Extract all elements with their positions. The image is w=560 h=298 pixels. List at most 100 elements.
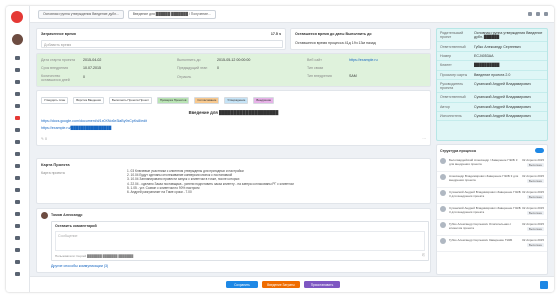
stage-pipeline: Утвердить план Вёрстка Введения Выполнить … <box>41 97 276 104</box>
structure-item[interactable]: Суханский Андрей Владимирович Заверение … <box>437 204 547 220</box>
structure-item[interactable]: Белогвардейский Александр / Заверение ГЭ… <box>437 156 547 172</box>
notification-icon[interactable] <box>15 116 20 120</box>
done-value[interactable]: 2015-05-12 00:00:00 <box>217 58 250 62</box>
stage-chip[interactable]: Проверка Проектов <box>156 97 190 104</box>
toolbar-actions <box>528 12 554 16</box>
stage-chip[interactable]: Вёрстка Введения <box>73 97 104 104</box>
plan-date-value[interactable]: 10.07.2015 <box>83 66 101 70</box>
stage-chip[interactable]: Утвердить план <box>41 97 69 104</box>
archive-icon[interactable] <box>15 212 20 216</box>
done-label: Выполнить до <box>177 58 201 62</box>
user-avatar[interactable] <box>12 34 23 45</box>
folder-icon[interactable] <box>15 80 20 84</box>
more-icon[interactable] <box>544 12 548 16</box>
detail-value[interactable]: ██████████ <box>474 63 544 67</box>
costs-button[interactable]: Введение Затраты <box>262 281 300 288</box>
home-icon[interactable] <box>15 56 20 60</box>
stage-chip[interactable]: Внедрение <box>253 97 275 104</box>
structure-desc: Суханский Андрей Владимирович Заверение … <box>449 190 521 198</box>
qty-value[interactable]: 0 <box>83 75 85 79</box>
tab-parent[interactable]: Основная группа утверждения Введение дуб… <box>38 9 124 19</box>
detail-value[interactable]: Губко Александр Сергеевич <box>474 45 544 49</box>
time-total: 17.5 ч <box>270 32 281 36</box>
power-icon[interactable] <box>15 248 20 252</box>
attach-icon[interactable]: ⎘ <box>422 253 425 257</box>
structure-item[interactable]: Губко Александр Сергеевич Заверение ГЭКБ… <box>437 236 547 252</box>
left-sidebar <box>6 6 30 292</box>
prev-stage-label: Предыдущий этап <box>177 66 208 70</box>
detail-row: Руководитель проекта Суханский Андрей Вла… <box>437 80 547 94</box>
intro-site-link[interactable]: https://example.ru/████████████████ <box>41 126 111 130</box>
structure-item[interactable]: Александр Владимирович Заверение ГЭКБ 3 … <box>437 172 547 188</box>
phone-icon[interactable] <box>15 92 20 96</box>
stage-chip[interactable]: Утверждение <box>224 97 249 104</box>
site-link[interactable]: https://example.ru <box>349 58 378 62</box>
save-button[interactable]: Сохранить <box>226 281 258 288</box>
clock-icon[interactable] <box>15 176 20 180</box>
app-logo[interactable] <box>11 11 23 23</box>
start-date-value[interactable]: 2015-04-02 <box>83 58 101 62</box>
intro-doc-link[interactable]: https://docs.google.com/document/d/1x0XN… <box>41 119 147 123</box>
structure-meta: 02 Апреля 2015 Выполнен <box>522 158 544 169</box>
detail-value[interactable]: Суханский Андрей Владимирович <box>474 82 544 90</box>
detail-row: Просмотр карты Введение проекта 2.0 <box>437 71 547 80</box>
structure-badge: Выполнен <box>526 179 544 183</box>
detail-row: Исполнитель Суханский Андрей Владимирович <box>437 112 547 122</box>
prev-stage-value[interactable]: 0 <box>217 66 219 70</box>
structure-date: 02 Апреля 2015 <box>522 174 544 178</box>
calendar-icon[interactable] <box>15 104 20 108</box>
comment-input[interactable]: Сообщение <box>55 231 425 251</box>
detail-value[interactable]: Основная группа утверждения Введение дуб… <box>474 31 544 39</box>
tag-icon[interactable] <box>15 200 20 204</box>
search-icon[interactable] <box>15 260 20 264</box>
structure-item[interactable]: Губко Александр Сергеевич Описательная с… <box>437 220 547 236</box>
detail-row: Родительский проект Основная группа утвер… <box>437 29 547 43</box>
document-icon[interactable] <box>15 164 20 168</box>
intro-title: Введение для ████████████████████ <box>188 110 279 115</box>
comment-header: Оставить комментарий <box>55 224 97 228</box>
detail-value[interactable]: Суханский Андрей Владимирович <box>474 105 544 109</box>
structure-panel: Структура процесса Белогвардейский Алекс… <box>436 144 548 275</box>
more-communication-link[interactable]: Другие способы коммуникации (3) <box>51 264 108 268</box>
chart-icon[interactable] <box>15 140 20 144</box>
stage-chip[interactable]: Выполнить Проекта Проект <box>108 97 152 104</box>
tab-label: Основная группа утверждения Введение дуб… <box>43 12 119 16</box>
structure-item[interactable]: Суханский Андрей Владимирович Заверение … <box>437 188 547 204</box>
structure-toggle[interactable] <box>535 148 544 153</box>
structure-desc: Губко Александр Сергеевич Описательная с… <box>449 222 512 230</box>
stage-chip[interactable]: Согласование <box>194 97 220 104</box>
footer-bar: Сохранить Введение Затраты Приостановить <box>30 276 554 292</box>
comment-author: Томов Александр <box>51 213 83 217</box>
menu-icon[interactable] <box>15 272 20 276</box>
comment-hint: Пользователи: Сергей ███████ ███████ ███… <box>55 254 134 258</box>
mail-icon[interactable] <box>15 128 20 132</box>
scroll-top-button[interactable] <box>540 281 548 289</box>
detail-row: Ответственный Губко Александр Сергеевич <box>437 42 547 52</box>
structure-avatar <box>440 174 446 180</box>
top-bar: Основная группа утверждения Введение дуб… <box>30 6 554 23</box>
help-icon[interactable] <box>15 236 20 240</box>
site-label: Веб сайт <box>307 58 322 62</box>
star-icon[interactable] <box>15 188 20 192</box>
detail-value[interactable]: Введение проекта 2.0 <box>474 73 544 77</box>
structure-meta: 02 Апреля 2015 Выполнен <box>522 222 544 233</box>
more-options-icon[interactable]: ⋯ <box>422 137 426 141</box>
sap-value[interactable]: SAM <box>349 74 357 78</box>
detail-value[interactable]: ECJ4053AA <box>474 54 544 58</box>
map-label: Карта проекта <box>41 171 65 175</box>
structure-meta: 02 Апреля 2015 Выполнен <box>522 174 544 185</box>
copy-icon[interactable] <box>536 12 540 16</box>
detail-value[interactable]: Суханский Андрей Владимирович <box>474 114 544 118</box>
settings-icon[interactable] <box>15 224 20 228</box>
edit-icon[interactable] <box>528 12 532 16</box>
detail-value[interactable]: Суханский Андрей Владимирович <box>474 95 544 99</box>
add-time-input[interactable]: Добавить время <box>41 40 283 48</box>
structure-avatar <box>440 158 446 164</box>
map-content: 1. 03 Ключевые участники с клиентом утве… <box>127 169 294 194</box>
list-icon[interactable] <box>15 68 20 72</box>
plan-date-label: Срок внедрения <box>41 66 69 70</box>
detail-row: Клиент ██████████ <box>437 61 547 71</box>
pause-button[interactable]: Приостановить <box>304 281 340 288</box>
users-icon[interactable] <box>15 152 20 156</box>
tab-current[interactable]: Введение для ██████ ███████ / Получение.… <box>127 9 216 19</box>
